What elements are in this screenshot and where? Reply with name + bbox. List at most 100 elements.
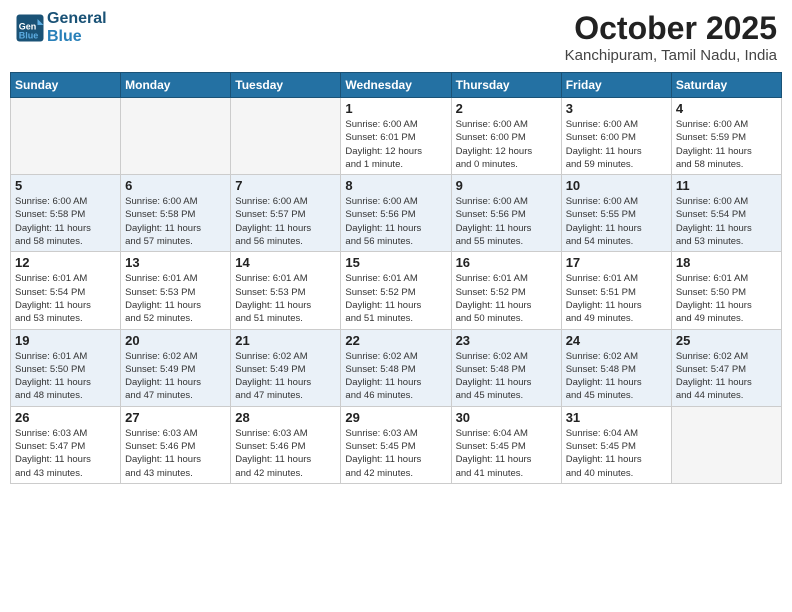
day-info: Sunrise: 6:02 AM Sunset: 5:49 PM Dayligh…: [125, 350, 226, 403]
calendar-day-cell: 17Sunrise: 6:01 AM Sunset: 5:51 PM Dayli…: [561, 252, 671, 329]
day-number: 9: [456, 178, 557, 193]
calendar-day-cell: 28 Sunrise: 6:03 AM Sunset: 5:46 PM Dayli…: [231, 406, 341, 483]
calendar-day-cell: 9 Sunrise: 6:00 AM Sunset: 5:56 PM Daylig…: [451, 175, 561, 252]
day-info: Sunrise: 6:00 AM Sunset: 6:00 PM Dayligh…: [456, 118, 557, 171]
calendar-day-cell: 24 Sunrise: 6:02 AM Sunset: 5:48 PM Dayli…: [561, 329, 671, 406]
day-number: 8: [345, 178, 446, 193]
day-number: 18: [676, 255, 777, 270]
calendar-day-cell: [671, 406, 781, 483]
weekday-header-wednesday: Wednesday: [341, 73, 451, 98]
day-number: 22: [345, 333, 446, 348]
day-info: Sunrise: 6:01 AM Sunset: 5:53 PM Dayligh…: [235, 272, 336, 325]
day-number: 15: [345, 255, 446, 270]
calendar-table: SundayMondayTuesdayWednesdayThursdayFrid…: [10, 72, 782, 484]
day-number: 19: [15, 333, 116, 348]
calendar-day-cell: 31Sunrise: 6:04 AM Sunset: 5:45 PM Dayli…: [561, 406, 671, 483]
day-info: Sunrise: 6:02 AM Sunset: 5:48 PM Dayligh…: [345, 350, 446, 403]
day-number: 14: [235, 255, 336, 270]
day-number: 4: [676, 101, 777, 116]
calendar-week-row: 26 Sunrise: 6:03 AM Sunset: 5:47 PM Dayli…: [11, 406, 782, 483]
calendar-day-cell: 29 Sunrise: 6:03 AM Sunset: 5:45 PM Dayli…: [341, 406, 451, 483]
day-info: Sunrise: 6:00 AM Sunset: 5:54 PM Dayligh…: [676, 195, 777, 248]
logo-line1: General: [47, 10, 107, 27]
title-block: October 2025 Kanchipuram, Tamil Nadu, In…: [565, 10, 777, 64]
day-info: Sunrise: 6:02 AM Sunset: 5:49 PM Dayligh…: [235, 350, 336, 403]
day-number: 5: [15, 178, 116, 193]
day-info: Sunrise: 6:01 AM Sunset: 5:50 PM Dayligh…: [676, 272, 777, 325]
calendar-day-cell: 30 Sunrise: 6:04 AM Sunset: 5:45 PM Dayli…: [451, 406, 561, 483]
calendar-day-cell: 23 Sunrise: 6:02 AM Sunset: 5:48 PM Dayli…: [451, 329, 561, 406]
day-info: Sunrise: 6:00 AM Sunset: 6:01 PM Dayligh…: [345, 118, 446, 171]
day-number: 23: [456, 333, 557, 348]
day-number: 28: [235, 410, 336, 425]
svg-text:Blue: Blue: [19, 30, 39, 40]
calendar-day-cell: 16Sunrise: 6:01 AM Sunset: 5:52 PM Dayli…: [451, 252, 561, 329]
day-info: Sunrise: 6:01 AM Sunset: 5:52 PM Dayligh…: [345, 272, 446, 325]
calendar-day-cell: 19Sunrise: 6:01 AM Sunset: 5:50 PM Dayli…: [11, 329, 121, 406]
day-info: Sunrise: 6:00 AM Sunset: 5:58 PM Dayligh…: [15, 195, 116, 248]
calendar-day-cell: 4 Sunrise: 6:00 AM Sunset: 5:59 PM Daylig…: [671, 98, 781, 175]
calendar-day-cell: 15 Sunrise: 6:01 AM Sunset: 5:52 PM Dayli…: [341, 252, 451, 329]
day-number: 24: [566, 333, 667, 348]
day-info: Sunrise: 6:00 AM Sunset: 5:58 PM Dayligh…: [125, 195, 226, 248]
day-number: 12: [15, 255, 116, 270]
weekday-header-friday: Friday: [561, 73, 671, 98]
day-number: 26: [15, 410, 116, 425]
calendar-day-cell: [11, 98, 121, 175]
day-number: 2: [456, 101, 557, 116]
day-number: 1: [345, 101, 446, 116]
calendar-day-cell: 27Sunrise: 6:03 AM Sunset: 5:46 PM Dayli…: [121, 406, 231, 483]
calendar-week-row: 1 Sunrise: 6:00 AM Sunset: 6:01 PM Daylig…: [11, 98, 782, 175]
day-info: Sunrise: 6:04 AM Sunset: 5:45 PM Dayligh…: [456, 427, 557, 480]
calendar-day-cell: 11 Sunrise: 6:00 AM Sunset: 5:54 PM Dayli…: [671, 175, 781, 252]
calendar-day-cell: 5 Sunrise: 6:00 AM Sunset: 5:58 PM Daylig…: [11, 175, 121, 252]
day-number: 20: [125, 333, 226, 348]
day-info: Sunrise: 6:00 AM Sunset: 5:59 PM Dayligh…: [676, 118, 777, 171]
day-info: Sunrise: 6:00 AM Sunset: 5:55 PM Dayligh…: [566, 195, 667, 248]
day-number: 11: [676, 178, 777, 193]
day-number: 6: [125, 178, 226, 193]
calendar-day-cell: 25Sunrise: 6:02 AM Sunset: 5:47 PM Dayli…: [671, 329, 781, 406]
calendar-day-cell: 10 Sunrise: 6:00 AM Sunset: 5:55 PM Dayli…: [561, 175, 671, 252]
day-info: Sunrise: 6:02 AM Sunset: 5:48 PM Dayligh…: [566, 350, 667, 403]
day-info: Sunrise: 6:00 AM Sunset: 5:57 PM Dayligh…: [235, 195, 336, 248]
day-number: 30: [456, 410, 557, 425]
day-info: Sunrise: 6:03 AM Sunset: 5:45 PM Dayligh…: [345, 427, 446, 480]
calendar-day-cell: 18 Sunrise: 6:01 AM Sunset: 5:50 PM Dayli…: [671, 252, 781, 329]
day-number: 27: [125, 410, 226, 425]
day-info: Sunrise: 6:00 AM Sunset: 5:56 PM Dayligh…: [345, 195, 446, 248]
day-info: Sunrise: 6:00 AM Sunset: 5:56 PM Dayligh…: [456, 195, 557, 248]
day-number: 17: [566, 255, 667, 270]
calendar-week-row: 12Sunrise: 6:01 AM Sunset: 5:54 PM Dayli…: [11, 252, 782, 329]
calendar-day-cell: 14 Sunrise: 6:01 AM Sunset: 5:53 PM Dayli…: [231, 252, 341, 329]
calendar-week-row: 5 Sunrise: 6:00 AM Sunset: 5:58 PM Daylig…: [11, 175, 782, 252]
calendar-day-cell: 1 Sunrise: 6:00 AM Sunset: 6:01 PM Daylig…: [341, 98, 451, 175]
weekday-header-saturday: Saturday: [671, 73, 781, 98]
day-info: Sunrise: 6:03 AM Sunset: 5:46 PM Dayligh…: [235, 427, 336, 480]
calendar-day-cell: 7 Sunrise: 6:00 AM Sunset: 5:57 PM Daylig…: [231, 175, 341, 252]
day-number: 10: [566, 178, 667, 193]
day-number: 16: [456, 255, 557, 270]
day-info: Sunrise: 6:03 AM Sunset: 5:47 PM Dayligh…: [15, 427, 116, 480]
calendar-day-cell: 8 Sunrise: 6:00 AM Sunset: 5:56 PM Daylig…: [341, 175, 451, 252]
day-number: 13: [125, 255, 226, 270]
calendar-day-cell: 20 Sunrise: 6:02 AM Sunset: 5:49 PM Dayli…: [121, 329, 231, 406]
calendar-day-cell: 21Sunrise: 6:02 AM Sunset: 5:49 PM Dayli…: [231, 329, 341, 406]
day-info: Sunrise: 6:04 AM Sunset: 5:45 PM Dayligh…: [566, 427, 667, 480]
weekday-header-tuesday: Tuesday: [231, 73, 341, 98]
day-number: 3: [566, 101, 667, 116]
calendar-day-cell: 12Sunrise: 6:01 AM Sunset: 5:54 PM Dayli…: [11, 252, 121, 329]
weekday-header-thursday: Thursday: [451, 73, 561, 98]
calendar-day-cell: 22 Sunrise: 6:02 AM Sunset: 5:48 PM Dayli…: [341, 329, 451, 406]
day-info: Sunrise: 6:00 AM Sunset: 6:00 PM Dayligh…: [566, 118, 667, 171]
page-header: Gen Blue General Blue October 2025 Kanch…: [10, 10, 782, 64]
calendar-day-cell: [231, 98, 341, 175]
day-number: 29: [345, 410, 446, 425]
day-number: 7: [235, 178, 336, 193]
day-info: Sunrise: 6:02 AM Sunset: 5:48 PM Dayligh…: [456, 350, 557, 403]
calendar-day-cell: 3 Sunrise: 6:00 AM Sunset: 6:00 PM Daylig…: [561, 98, 671, 175]
location-subtitle: Kanchipuram, Tamil Nadu, India: [565, 47, 777, 64]
logo: Gen Blue General Blue: [15, 10, 107, 45]
calendar-day-cell: 6 Sunrise: 6:00 AM Sunset: 5:58 PM Daylig…: [121, 175, 231, 252]
day-number: 25: [676, 333, 777, 348]
